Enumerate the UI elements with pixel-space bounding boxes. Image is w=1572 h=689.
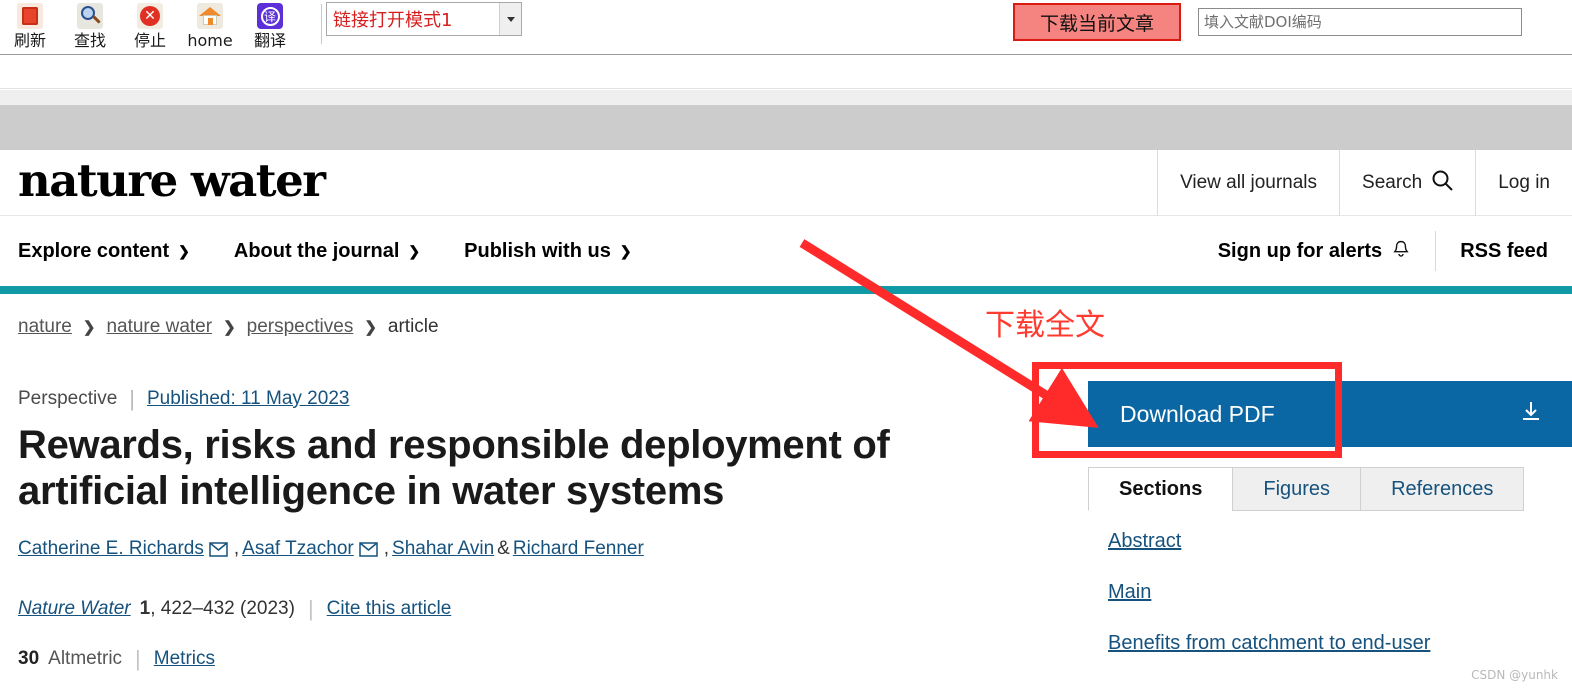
journal-name-link[interactable]: Nature Water	[18, 598, 131, 620]
download-current-article-button[interactable]: 下载当前文章	[1013, 3, 1181, 41]
home-icon	[193, 1, 227, 31]
csdn-watermark: CSDN @yunhk	[1471, 668, 1558, 682]
author-separator-3: &	[497, 538, 510, 559]
doi-input[interactable]	[1198, 8, 1522, 36]
toolbar-label-stop: 停止	[133, 31, 166, 50]
toolbar-divider	[321, 4, 322, 44]
breadcrumb-item-nature[interactable]: nature	[18, 316, 72, 338]
nature-water-logo[interactable]: nature water	[18, 154, 326, 207]
article-type: Perspective	[18, 388, 118, 409]
toc-link-abstract[interactable]: Abstract	[1108, 530, 1568, 553]
toolbar-icon-group: 刷新 查找 ✕ 停止 home 译 翻译	[0, 0, 300, 55]
table-of-contents: Abstract Main Benefits from catchment to…	[1108, 530, 1568, 683]
breadcrumb-item-article: article	[387, 316, 439, 337]
journal-masthead: nature water View all journals Search Lo…	[0, 150, 1572, 216]
page-band-gray	[0, 105, 1572, 150]
author-list: Catherine E. Richards , Asaf Tzachor , S…	[18, 538, 644, 560]
navbar-secondary-links: Sign up for alerts RSS feed	[1194, 216, 1572, 286]
chevron-down-icon: ❯	[619, 242, 632, 259]
search-icon	[1431, 169, 1453, 197]
nav-explore-content[interactable]: Explore content ❯	[18, 240, 190, 263]
search-button[interactable]: Search	[1340, 150, 1475, 216]
page-title: Rewards, risks and responsible deploymen…	[18, 423, 890, 513]
nav-about-the-journal[interactable]: About the journal ❯	[234, 240, 420, 263]
extension-toolbar: 刷新 查找 ✕ 停止 home 译 翻译 链接打开模式1 下载当前文章 填入文献…	[0, 0, 1572, 55]
translate-icon: 译	[253, 1, 287, 31]
download-pdf-highlight-box	[1032, 362, 1342, 458]
altmetric-count: 30	[18, 648, 40, 669]
toc-link-benefits[interactable]: Benefits from catchment to end-user	[1108, 632, 1568, 655]
meta-divider: |	[129, 386, 135, 411]
article-meta: Perspective | Published: 11 May 2023	[18, 386, 349, 412]
altmetric-label: Altmetric	[48, 648, 123, 669]
tab-figures[interactable]: Figures	[1232, 467, 1361, 511]
author-link-4[interactable]: Richard Fenner	[513, 538, 644, 560]
citation-line: Nature Water 1 , 422–432 (2023) | Cite t…	[18, 596, 451, 622]
chevron-right-icon: ❯	[364, 319, 377, 336]
find-icon	[73, 1, 107, 31]
cite-this-article-link[interactable]: Cite this article	[327, 598, 452, 620]
author-separator-1: ,	[233, 538, 240, 559]
toolbar-button-home[interactable]: home	[180, 0, 240, 52]
search-label: Search	[1362, 172, 1423, 193]
toolbar-button-refresh[interactable]: 刷新	[0, 0, 60, 52]
breadcrumb-item-nature-water[interactable]: nature water	[106, 316, 212, 338]
breadcrumb: nature ❯ nature water ❯ perspectives ❯ a…	[18, 316, 439, 338]
toolbar-button-translate[interactable]: 译 翻译	[240, 0, 300, 52]
citation-divider: |	[307, 596, 314, 621]
annotation-label: 下载全文	[985, 308, 1105, 343]
link-open-mode-value: 链接打开模式1	[333, 10, 453, 31]
metrics-line: 30 Altmetric | Metrics	[18, 646, 215, 672]
toolbar-label-refresh: 刷新	[13, 31, 46, 50]
nav-rss-feed[interactable]: RSS feed	[1436, 216, 1572, 286]
toolbar-label-home: home	[187, 31, 233, 50]
bell-icon	[1391, 239, 1411, 263]
browser-band-white	[0, 56, 1572, 89]
author-separator-2: ,	[383, 538, 390, 559]
journal-accent-bar	[0, 286, 1572, 294]
envelope-icon[interactable]	[359, 541, 378, 557]
link-open-mode-select[interactable]: 链接打开模式1	[326, 2, 522, 36]
pages-and-year: , 422–432 (2023)	[150, 598, 295, 619]
nav-about-the-journal-label: About the journal	[233, 239, 400, 262]
metrics-divider: |	[135, 646, 141, 671]
chevron-down-icon: ❯	[178, 242, 190, 259]
log-in-link[interactable]: Log in	[1476, 150, 1572, 216]
nav-publish-with-us[interactable]: Publish with us ❯	[464, 240, 631, 263]
toolbar-button-stop[interactable]: ✕ 停止	[120, 0, 180, 52]
published-date-link[interactable]: Published: 11 May 2023	[147, 388, 349, 410]
toolbar-button-find[interactable]: 查找	[60, 0, 120, 52]
chevron-down-icon[interactable]	[499, 3, 521, 35]
toolbar-label-find: 查找	[73, 31, 106, 50]
refresh-icon	[13, 1, 47, 31]
volume-number: 1	[139, 598, 151, 619]
breadcrumb-item-perspectives[interactable]: perspectives	[247, 316, 354, 338]
download-icon	[1520, 400, 1542, 428]
masthead-links: View all journals Search Log in	[1157, 150, 1572, 216]
nav-sign-up-label: Sign up for alerts	[1217, 239, 1383, 262]
journal-navbar: Explore content ❯ About the journal ❯ Pu…	[0, 216, 1572, 286]
chevron-right-icon: ❯	[82, 319, 96, 336]
author-link-3[interactable]: Shahar Avin	[392, 538, 494, 560]
toc-link-main[interactable]: Main	[1108, 581, 1568, 604]
envelope-icon[interactable]	[209, 541, 228, 557]
nav-publish-with-us-label: Publish with us	[464, 239, 611, 262]
toolbar-label-translate: 翻译	[253, 31, 286, 50]
author-link-2[interactable]: Asaf Tzachor	[242, 538, 354, 560]
chevron-down-icon: ❯	[408, 242, 421, 259]
chevron-right-icon: ❯	[223, 319, 236, 336]
navbar-primary-links: Explore content ❯ About the journal ❯ Pu…	[18, 216, 676, 286]
nav-explore-content-label: Explore content	[18, 239, 170, 262]
tab-sections[interactable]: Sections	[1088, 467, 1233, 511]
nav-sign-up-for-alerts[interactable]: Sign up for alerts	[1194, 216, 1435, 286]
metrics-link[interactable]: Metrics	[154, 648, 215, 670]
author-link-1[interactable]: Catherine E. Richards	[18, 538, 204, 560]
view-all-journals-link[interactable]: View all journals	[1158, 150, 1339, 216]
stop-icon: ✕	[133, 1, 167, 31]
tab-references[interactable]: References	[1360, 467, 1525, 511]
rail-tabs: Sections Figures References	[1088, 467, 1525, 511]
